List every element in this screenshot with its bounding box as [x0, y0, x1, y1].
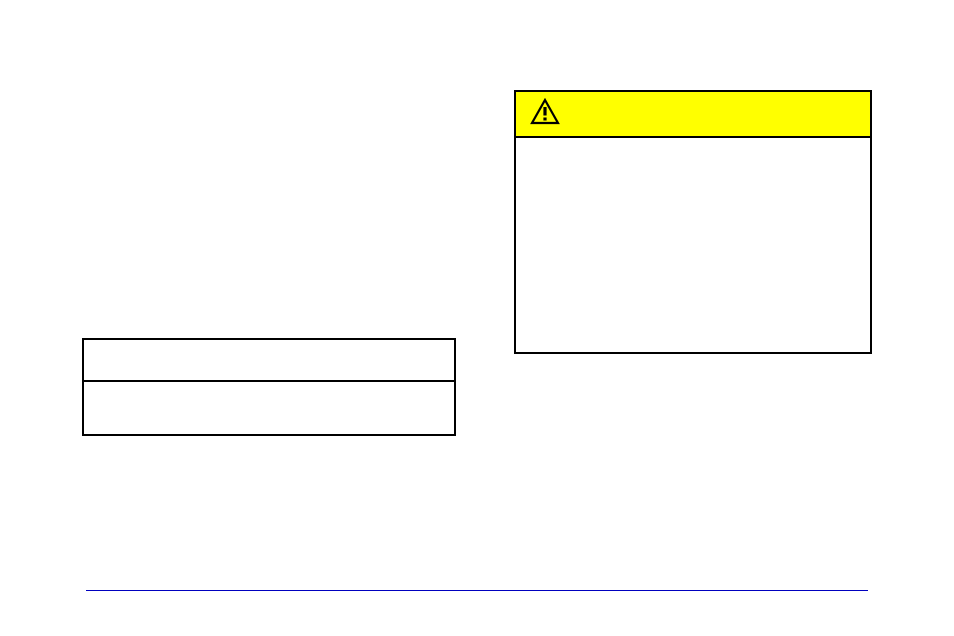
warning-triangle-icon	[530, 98, 560, 131]
caution-box	[514, 90, 872, 354]
info-box-divider	[84, 380, 454, 382]
info-box	[82, 338, 456, 436]
caution-header	[516, 92, 870, 138]
footer-divider	[86, 590, 868, 591]
